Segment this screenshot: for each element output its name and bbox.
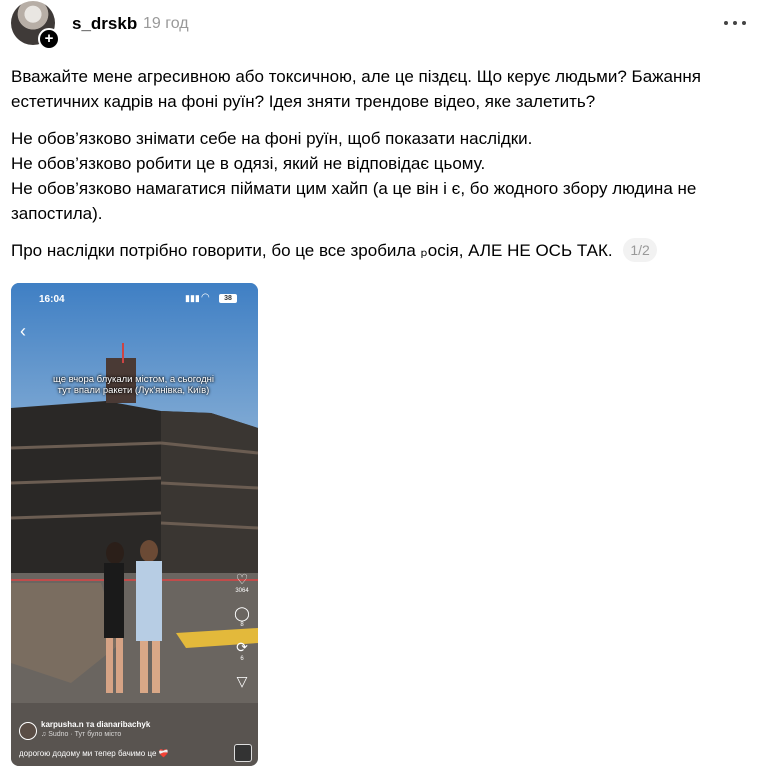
chevron-left-icon: ‹: [20, 321, 26, 341]
broken-heart-icon: ❤️‍🩹: [158, 749, 169, 758]
post-video[interactable]: 16:04 ▮▮▮ ◠ 38 ‹ ще вчора блукали містом…: [11, 283, 258, 766]
video-side-actions: ♡ 3064 ◯ 8 ⟳ 6 ▽: [230, 572, 254, 688]
like-count: 3064: [235, 588, 249, 594]
paragraph-2: Не обов’язково знімати себе на фоні руїн…: [11, 126, 751, 226]
video-bottom-text: дорогою додому ми тепер бачимо це: [19, 749, 157, 758]
repost-count: 6: [240, 656, 244, 662]
status-time: 16:04: [39, 294, 65, 305]
repost-icon: ⟳: [236, 639, 248, 655]
video-caption: ще вчора блукали містом, а сьогодні тут …: [52, 374, 214, 396]
comment-icon: ◯: [234, 605, 250, 621]
post-text: Вважайте мене агресивною або токсичною, …: [11, 64, 751, 275]
paragraph-3: Про наслідки потрібно говорити, бо це вс…: [11, 238, 751, 263]
phone-status-bar: 16:04 ▮▮▮ ◠ 38: [11, 283, 258, 313]
post-header: + s_drskb 19 год: [0, 0, 762, 50]
line-3: Не обов’язково намагатися піймати цим ха…: [11, 179, 697, 223]
line-1: Не обов’язково знімати себе на фоні руїн…: [11, 129, 533, 148]
wifi-icon: ◠: [201, 292, 210, 303]
share-icon: ▽: [236, 673, 248, 689]
video-credits: karpusha.n та dianaribachyk ♫ Sudno · Ту…: [19, 720, 150, 740]
video-authors: karpusha.n та dianaribachyk: [41, 720, 151, 729]
plus-icon[interactable]: +: [38, 28, 60, 50]
battery-icon: 38: [219, 294, 237, 303]
heart-icon: ♡: [235, 571, 249, 587]
line-2: Не обов’язково робити це в одязі, який н…: [11, 154, 486, 173]
avatar[interactable]: +: [11, 1, 60, 50]
timestamp: 19 год: [143, 15, 189, 32]
video-thumbnail: [234, 744, 252, 762]
paragraph-1: Вважайте мене агресивною або токсичною, …: [11, 67, 701, 111]
video-bottom-caption: дорогою додому ми тепер бачимо це ❤️‍🩹: [19, 749, 169, 758]
video-frame: [11, 283, 258, 766]
video-music: ♫ Sudno · Тут було місто: [41, 731, 122, 738]
signal-icon: ▮▮▮: [185, 293, 200, 303]
paragraph-3-text: Про наслідки потрібно говорити, бо це вс…: [11, 241, 613, 260]
username[interactable]: s_drskb: [72, 14, 137, 34]
page-indicator: 1/2: [623, 238, 657, 262]
comment-count: 8: [240, 622, 244, 628]
more-dots-icon[interactable]: [724, 16, 750, 30]
